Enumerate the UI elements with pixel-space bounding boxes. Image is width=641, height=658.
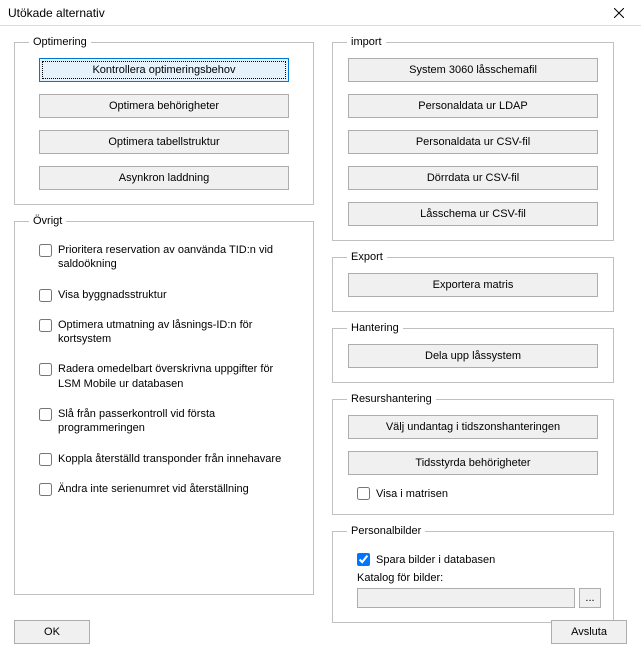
browse-button[interactable]: ...: [579, 588, 601, 608]
import-group: import System 3060 låsschemafil Personal…: [332, 36, 614, 241]
kontrollera-optimeringsbehov-button[interactable]: Kontrollera optimeringsbehov: [39, 58, 289, 82]
checkbox-utmatning[interactable]: [39, 319, 52, 332]
checkbox-byggnadsstruktur[interactable]: [39, 289, 52, 302]
exportera-matris-button[interactable]: Exportera matris: [348, 273, 598, 297]
ovrigt-legend: Övrigt: [29, 215, 66, 227]
checkbox-serienumret[interactable]: [39, 483, 52, 496]
import-legend: import: [347, 36, 386, 48]
checkbox-prioritera[interactable]: [39, 244, 52, 257]
optimera-tabellstruktur-button[interactable]: Optimera tabellstruktur: [39, 130, 289, 154]
checkbox-visa-matrisen-label: Visa i matrisen: [376, 488, 448, 500]
export-group: Export Exportera matris: [332, 251, 614, 312]
hantering-legend: Hantering: [347, 322, 403, 334]
checkbox-passerkontroll-label: Slå från passerkontroll vid första progr…: [58, 407, 298, 436]
lasschema-csv-button[interactable]: Låsschema ur CSV-fil: [348, 202, 598, 226]
checkbox-radera[interactable]: [39, 363, 52, 376]
titlebar: Utökade alternativ: [0, 0, 641, 26]
close-button[interactable]: [601, 2, 637, 24]
resurshantering-group: Resurshantering Välj undantag i tidszons…: [332, 393, 614, 515]
export-legend: Export: [347, 251, 387, 263]
valj-undantag-button[interactable]: Välj undantag i tidszonshanteringen: [348, 415, 598, 439]
resurshantering-legend: Resurshantering: [347, 393, 436, 405]
catalog-label: Katalog för bilder:: [357, 572, 443, 584]
checkbox-row-utmatning[interactable]: Optimera utmatning av låsnings-ID:n för …: [39, 318, 303, 347]
personalbilder-group: Personalbilder Spara bilder i databasen …: [332, 525, 614, 623]
checkbox-byggnadsstruktur-label: Visa byggnadsstruktur: [58, 288, 167, 302]
dorrdata-csv-button[interactable]: Dörrdata ur CSV-fil: [348, 166, 598, 190]
checkbox-passerkontroll[interactable]: [39, 408, 52, 421]
checkbox-row-byggnadsstruktur[interactable]: Visa byggnadsstruktur: [39, 288, 303, 302]
checkbox-row-passerkontroll[interactable]: Slå från passerkontroll vid första progr…: [39, 407, 303, 436]
optimera-behorigheter-button[interactable]: Optimera behörigheter: [39, 94, 289, 118]
checkbox-koppla[interactable]: [39, 453, 52, 466]
checkbox-prioritera-label: Prioritera reservation av oanvända TID:n…: [58, 243, 298, 272]
optimering-legend: Optimering: [29, 36, 91, 48]
checkbox-row-prioritera[interactable]: Prioritera reservation av oanvända TID:n…: [39, 243, 303, 272]
ok-button[interactable]: OK: [14, 620, 90, 644]
checkbox-radera-label: Radera omedelbart överskrivna uppgifter …: [58, 362, 298, 391]
dialog-content: Optimering Kontrollera optimeringsbehov …: [0, 26, 641, 647]
close-icon: [614, 8, 624, 18]
checkbox-row-serienumret[interactable]: Ändra inte serienumret vid återställning: [39, 482, 303, 496]
avsluta-button[interactable]: Avsluta: [551, 620, 627, 644]
system3060-button[interactable]: System 3060 låsschemafil: [348, 58, 598, 82]
checkbox-utmatning-label: Optimera utmatning av låsnings-ID:n för …: [58, 318, 298, 347]
checkbox-spara-bilder-label: Spara bilder i databasen: [376, 554, 495, 566]
personaldata-ldap-button[interactable]: Personaldata ur LDAP: [348, 94, 598, 118]
checkbox-serienumret-label: Ändra inte serienumret vid återställning: [58, 482, 249, 496]
optimering-group: Optimering Kontrollera optimeringsbehov …: [14, 36, 314, 205]
checkbox-koppla-label: Koppla återställd transponder från inneh…: [58, 452, 281, 466]
dela-upp-lassystem-button[interactable]: Dela upp låssystem: [348, 344, 598, 368]
personalbilder-legend: Personalbilder: [347, 525, 425, 537]
checkbox-row-spara-bilder[interactable]: Spara bilder i databasen: [357, 553, 603, 566]
catalog-input[interactable]: [357, 588, 575, 608]
footer: OK Avsluta: [14, 620, 627, 644]
window-title: Utökade alternativ: [8, 6, 105, 20]
hantering-group: Hantering Dela upp låssystem: [332, 322, 614, 383]
checkbox-row-koppla[interactable]: Koppla återställd transponder från inneh…: [39, 452, 303, 466]
checkbox-row-radera[interactable]: Radera omedelbart överskrivna uppgifter …: [39, 362, 303, 391]
checkbox-row-visa-matrisen[interactable]: Visa i matrisen: [357, 487, 603, 500]
asynkron-laddning-button[interactable]: Asynkron laddning: [39, 166, 289, 190]
ovrigt-group: Övrigt Prioritera reservation av oanvänd…: [14, 215, 314, 595]
checkbox-visa-matrisen[interactable]: [357, 487, 370, 500]
tidsstyrda-behorigheter-button[interactable]: Tidsstyrda behörigheter: [348, 451, 598, 475]
checkbox-spara-bilder[interactable]: [357, 553, 370, 566]
personaldata-csv-button[interactable]: Personaldata ur CSV-fil: [348, 130, 598, 154]
